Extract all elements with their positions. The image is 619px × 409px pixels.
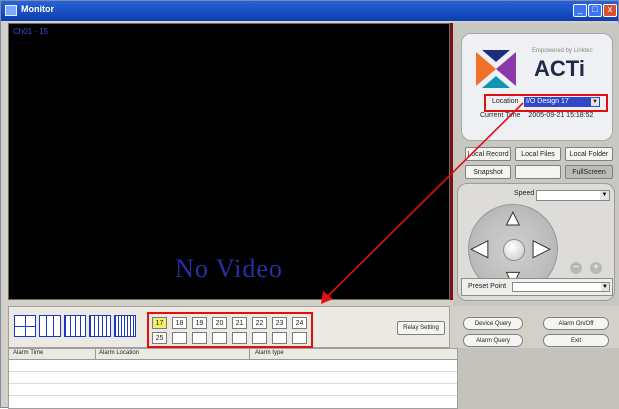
device-query-button[interactable]: Device Query [463,317,523,330]
relay-setting-button[interactable]: Relay Setting [397,321,445,335]
channel-19[interactable]: 19 [192,317,207,329]
channel-18[interactable]: 18 [172,317,187,329]
snapshot-button[interactable]: Snapshot [465,165,511,179]
local-record-button[interactable]: Local Record [465,147,511,161]
channel-22[interactable]: 22 [252,317,267,329]
alarm-table-header: Alarm Time Alarm Location Alarm type [9,349,457,360]
lower-right-panel [458,348,619,409]
zoom-out-icon[interactable]: − [570,262,582,274]
blank-button[interactable] [515,165,561,179]
title-bar: Monitor [1,1,618,21]
exit-button[interactable]: Exit [543,334,609,347]
layout-36-icon[interactable] [114,315,136,337]
channel-empty[interactable] [232,332,247,344]
speed-label: Speed [514,190,535,197]
table-row [9,371,457,372]
alarm-query-button[interactable]: Alarm Query [463,334,523,347]
channel-25[interactable]: 25 [152,332,167,344]
channel-empty[interactable] [292,332,307,344]
layout-4-icon[interactable] [14,315,36,337]
channel-21[interactable]: 21 [232,317,247,329]
app-icon [5,5,17,16]
logo-tagline: Empowered by Linktec [532,48,593,54]
zoom-in-icon[interactable]: + [590,262,602,274]
channel-selector: 17 18 19 20 21 22 23 24 25 [147,312,313,348]
channel-24[interactable]: 24 [292,317,307,329]
chevron-down-icon[interactable]: ▼ [601,283,609,291]
layout-16-icon[interactable] [64,315,86,337]
channel-empty[interactable] [192,332,207,344]
table-row [9,383,457,384]
local-folder-button[interactable]: Local Folder [565,147,613,161]
local-files-button[interactable]: Local Files [515,147,561,161]
ptz-center-button[interactable] [503,239,525,261]
maximize-button[interactable] [588,4,602,17]
location-label: Location [492,98,519,105]
preset-point-row: Preset Point ▼ [461,278,613,296]
column-separator [95,349,96,359]
layout-25-icon[interactable] [89,315,111,337]
col-alarm-time[interactable]: Alarm Time [13,350,43,356]
channel-empty[interactable] [172,332,187,344]
channel-17[interactable]: 17 [152,317,167,329]
channel-20[interactable]: 20 [212,317,227,329]
logo-brand: ACTi [534,56,585,81]
arrow-right-icon[interactable]: ▶ [533,236,551,259]
video-channel-label: Ch01 - 15 [13,27,49,36]
col-alarm-location[interactable]: Alarm Location [99,350,139,356]
current-time-value: 2005-09-21 15:18:52 [528,112,594,119]
current-time-label: Current Time [480,112,521,119]
fullscreen-button[interactable]: FullScreen [565,165,613,179]
channel-empty[interactable] [272,332,287,344]
acti-logo-icon [476,50,516,88]
alarm-onoff-button[interactable]: Alarm On/Off [543,317,609,330]
current-time: Current Time 2005-09-21 15:18:52 [480,112,593,119]
video-view[interactable]: Ch01 - 15 No Video [8,23,450,300]
column-separator [249,349,250,359]
chevron-down-icon[interactable]: ▼ [600,191,609,200]
channel-empty[interactable] [212,332,227,344]
table-row [9,395,457,396]
col-alarm-type[interactable]: Alarm type [255,350,284,356]
channel-empty[interactable] [252,332,267,344]
location-value: I/O Design 17 [526,98,569,105]
speed-select[interactable]: ▼ [536,190,610,201]
no-video-text: No Video [175,254,283,283]
location-select[interactable]: I/O Design 17 ▼ [524,97,600,107]
right-bottom-buttons: Device Query Alarm On/Off Alarm Query Ex… [453,306,619,348]
channel-strip: 17 18 19 20 21 22 23 24 25 Relay Setting [8,306,450,348]
preset-label: Preset Point [468,283,507,290]
layout-9-icon[interactable] [39,315,61,337]
logo-panel: Empowered by Linktec ACTi Location I/O D… [461,33,613,141]
window-title: Monitor [21,4,54,14]
alarm-table: Alarm Time Alarm Location Alarm type [8,348,458,409]
close-button[interactable] [603,4,617,17]
monitor-window: Monitor Ch01 - 15 No Video Empowered by … [0,0,619,409]
minimize-button[interactable] [573,4,587,17]
channel-23[interactable]: 23 [272,317,287,329]
arrow-left-icon[interactable]: ◀ [471,236,489,259]
chevron-down-icon[interactable]: ▼ [591,98,599,106]
arrow-up-icon[interactable]: ▲ [502,206,525,229]
preset-select[interactable]: ▼ [512,282,610,292]
location-row: Location I/O Design 17 ▼ [484,94,608,112]
